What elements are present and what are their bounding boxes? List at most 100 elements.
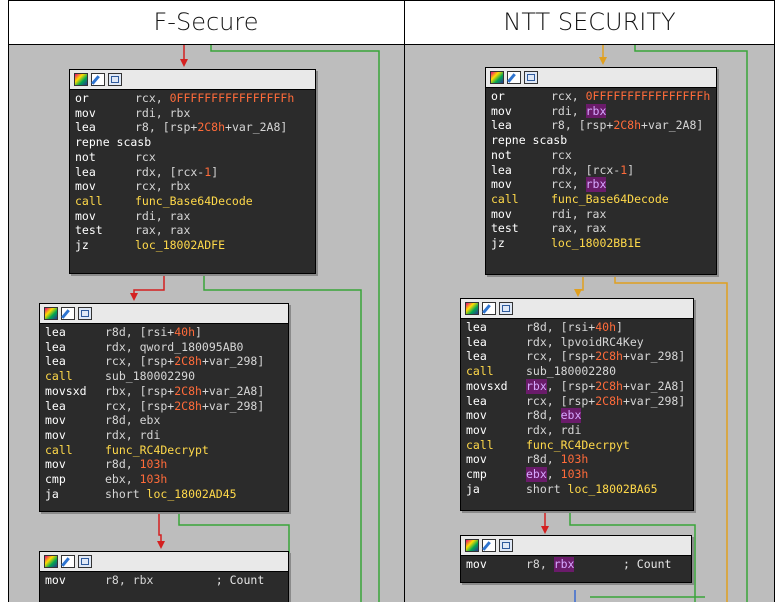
color-palette-icon[interactable] — [44, 307, 58, 320]
asm-line[interactable]: mov r8d, ebx — [466, 408, 688, 423]
code-block-decode[interactable]: or rcx, 0FFFFFFFFFFFFFFFFh mov rdi, rbx lea r… — [485, 67, 717, 275]
mnemonic: call — [45, 369, 73, 384]
graph-view-icon[interactable] — [108, 73, 122, 86]
asm-line[interactable]: lea rcx, [rsp+ 2C8h +var_298] — [45, 354, 283, 369]
asm-line[interactable]: cmp ebx, 103h — [45, 472, 283, 487]
asm-line[interactable]: lea rcx, [rsp+ 2C8h +var_298] — [45, 399, 283, 414]
operand: +var_298] — [622, 393, 686, 408]
asm-line[interactable]: mov r8, rbx ; Count — [466, 557, 686, 572]
code-block-rc4[interactable]: lea r8d, [rsi+ 40h] lea rdx, lpvoidRC4Key lea… — [460, 298, 694, 511]
asm-line[interactable]: jz loc_18002BB1E — [491, 236, 711, 251]
asm-line[interactable]: mov r8d, ebx — [45, 413, 283, 428]
operand: +var_298] — [201, 354, 265, 369]
asm-line[interactable]: mov r8d, 103h — [466, 452, 688, 467]
operand: rbx, [rsp+ — [105, 383, 175, 398]
operand: func_RC4Decrypt — [105, 442, 209, 457]
edit-icon[interactable] — [482, 539, 496, 552]
mnemonic: mov — [466, 408, 487, 423]
operand: r8d, — [105, 457, 140, 472]
operand: loc_18002ADFE — [135, 238, 226, 253]
asm-listing: lea r8d, [rsi+ 40h] lea rdx, qword_180095AB0… — [40, 324, 288, 503]
asm-line[interactable]: call func_Base64Decode — [75, 194, 310, 209]
asm-line[interactable]: call func_Base64Decode — [491, 192, 711, 207]
edit-icon[interactable] — [507, 71, 521, 84]
code-block-copy[interactable]: mov r8, rbx ; Count — [460, 535, 692, 583]
graph-view-icon[interactable] — [524, 71, 538, 84]
asm-line[interactable]: cmp ebx, 103h — [466, 467, 688, 482]
asm-line[interactable]: call func_RC4Decrypt — [45, 443, 283, 458]
asm-line[interactable]: or rcx, 0FFFFFFFFFFFFFFFFh — [75, 91, 310, 106]
asm-line[interactable]: mov rdx, rdi — [466, 423, 688, 438]
operand: rdi, rbx — [135, 105, 191, 120]
operand: 103h — [139, 457, 168, 472]
mnemonic: lea — [491, 118, 512, 133]
operand: r8d, — [526, 452, 561, 467]
asm-line[interactable]: movsxd rbx, [rsp+ 2C8h +var_2A8] — [45, 384, 283, 399]
asm-line[interactable]: lea rcx, [rsp+ 2C8h +var_298] — [466, 394, 688, 409]
asm-line[interactable]: jz loc_18002ADFE — [75, 238, 310, 253]
asm-line[interactable]: not rcx — [491, 148, 711, 163]
asm-line[interactable]: mov rdi, rax — [75, 209, 310, 224]
operand: func_Base64Decode — [135, 193, 253, 208]
ida-graph-view-left[interactable]: or rcx, 0FFFFFFFFFFFFFFFFh mov rdi, rbx lea r… — [9, 45, 404, 602]
color-palette-icon[interactable] — [465, 302, 479, 315]
asm-line[interactable]: mov r8, rbx ; Count — [45, 573, 283, 588]
asm-line[interactable]: test rax, rax — [491, 221, 711, 236]
edit-icon[interactable] — [91, 73, 105, 86]
operand: ] — [616, 320, 623, 334]
asm-line[interactable]: repne scasb — [491, 133, 711, 148]
operand: rcx, — [551, 177, 586, 192]
asm-line[interactable]: lea rcx, [rsp+ 2C8h +var_298] — [466, 349, 688, 364]
code-block-decode[interactable]: or rcx, 0FFFFFFFFFFFFFFFFh mov rdi, rbx lea r… — [69, 69, 316, 274]
color-palette-icon[interactable] — [44, 555, 58, 568]
asm-line[interactable]: lea rdx, [rcx- 1] — [75, 165, 310, 180]
edit-icon[interactable] — [61, 307, 75, 320]
code-block-rc4[interactable]: lea r8d, [rsi+ 40h] lea rdx, qword_180095AB0… — [39, 303, 289, 512]
edit-icon[interactable] — [61, 555, 75, 568]
asm-line[interactable]: mov rcx, rbx — [491, 177, 711, 192]
edit-icon[interactable] — [482, 302, 496, 315]
color-palette-icon[interactable] — [490, 71, 504, 84]
operand: short — [105, 486, 147, 501]
asm-line[interactable]: lea r8, [rsp+ 2C8h +var_2A8] — [75, 120, 310, 135]
asm-line[interactable]: repne scasb — [75, 135, 310, 150]
operand: +var_298] — [622, 349, 686, 364]
mnemonic: call — [466, 364, 494, 379]
operand: loc_18002AD45 — [146, 486, 237, 501]
operand: rcx, — [135, 91, 170, 105]
graph-view-icon[interactable] — [78, 307, 92, 320]
asm-line[interactable]: mov rcx, rbx — [75, 179, 310, 194]
asm-line[interactable]: mov rdi, rax — [491, 207, 711, 222]
asm-line[interactable]: call func_RC4Decrpyt — [466, 438, 688, 453]
mnemonic: cmp — [466, 467, 487, 482]
graph-view-icon[interactable] — [78, 555, 92, 568]
ida-graph-view-right[interactable]: or rcx, 0FFFFFFFFFFFFFFFFh mov rdi, rbx lea r… — [405, 45, 774, 602]
asm-line[interactable]: lea r8, [rsp+ 2C8h +var_2A8] — [491, 118, 711, 133]
asm-line[interactable]: lea rdx, lpvoidRC4Key — [466, 335, 688, 350]
code-block-copy[interactable]: mov r8, rbx ; Count — [39, 551, 289, 602]
asm-line[interactable]: lea r8d, [rsi+ 40h] — [45, 325, 283, 340]
asm-line[interactable]: test rax, rax — [75, 223, 310, 238]
asm-line[interactable]: ja short loc_18002BA65 — [466, 482, 688, 497]
asm-line[interactable]: mov r8d, 103h — [45, 457, 283, 472]
asm-line[interactable]: lea rdx, qword_180095AB0 — [45, 340, 283, 355]
graph-view-icon[interactable] — [499, 539, 513, 552]
asm-line[interactable]: or rcx, 0FFFFFFFFFFFFFFFFh — [491, 89, 711, 104]
asm-line[interactable]: mov rdi, rbx — [491, 103, 711, 119]
color-palette-icon[interactable] — [465, 539, 479, 552]
color-palette-icon[interactable] — [74, 73, 88, 86]
graph-view-icon[interactable] — [499, 302, 513, 315]
asm-line[interactable]: call sub_180002290 — [45, 369, 283, 384]
asm-line[interactable]: mov rdi, rbx — [75, 106, 310, 121]
operand: +var_298] — [201, 398, 265, 413]
asm-line[interactable]: ja short loc_18002AD45 — [45, 487, 283, 502]
operand: rcx, [rsp+ — [526, 349, 596, 364]
asm-line[interactable]: not rcx — [75, 150, 310, 165]
asm-line[interactable]: movsxd rbx, [rsp+ 2C8h +var_2A8] — [466, 378, 688, 394]
asm-line[interactable]: lea r8d, [rsi+ 40h] — [466, 320, 688, 335]
asm-listing: or rcx, 0FFFFFFFFFFFFFFFFh mov rdi, rbx lea r… — [70, 90, 315, 255]
asm-line[interactable]: call sub_180002280 — [466, 364, 688, 379]
operand: rcx, rbx — [135, 179, 191, 194]
asm-line[interactable]: mov rdx, rdi — [45, 428, 283, 443]
asm-line[interactable]: lea rdx, [rcx- 1] — [491, 163, 711, 178]
